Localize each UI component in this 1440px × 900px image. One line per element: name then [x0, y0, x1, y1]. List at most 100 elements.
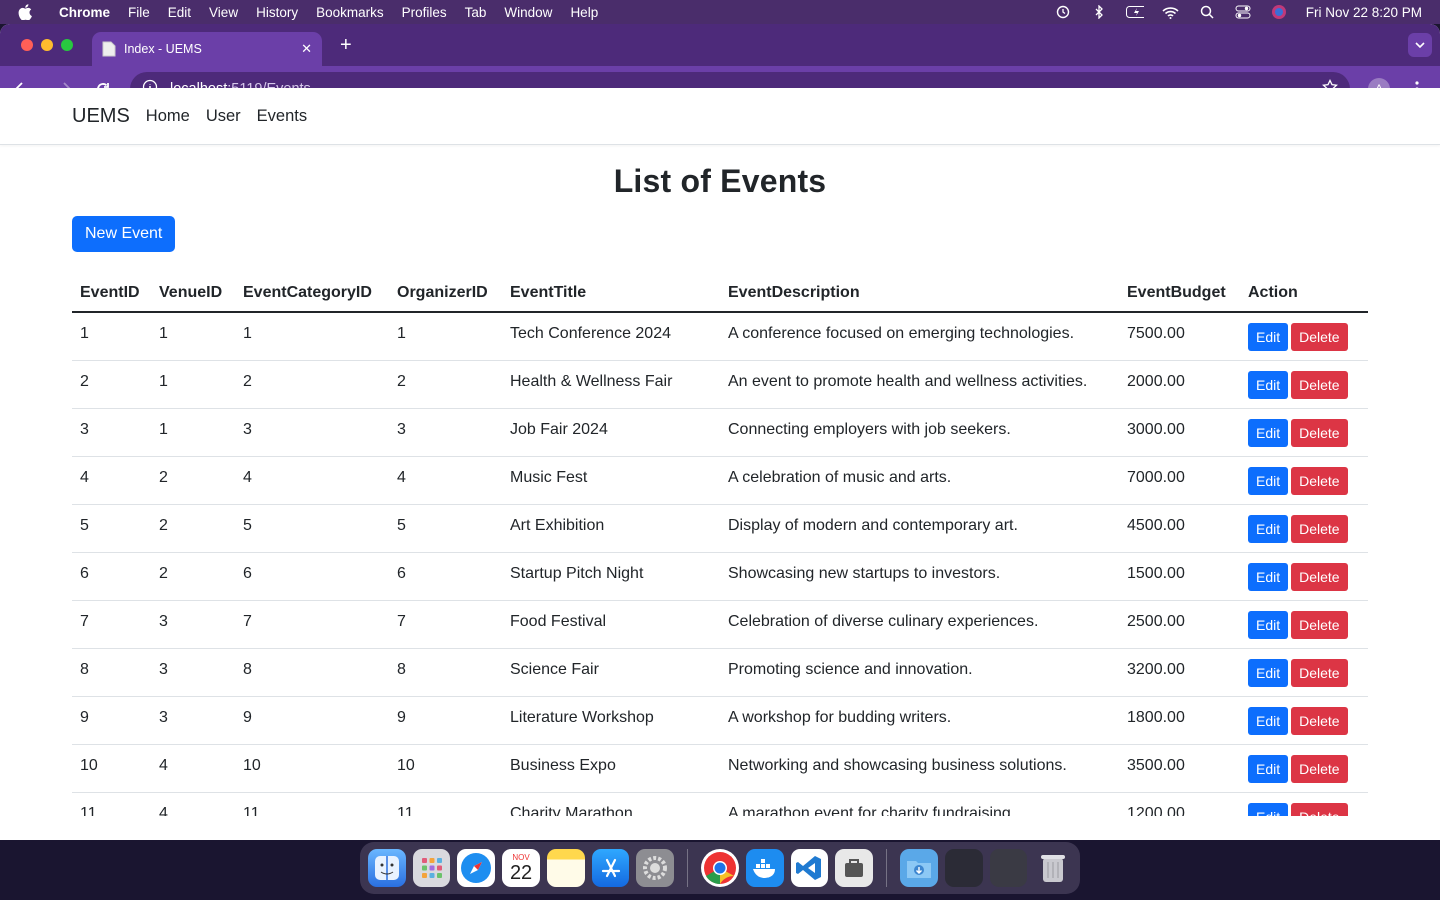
delete-button[interactable]: Delete — [1291, 610, 1348, 639]
table-cell: 4 — [389, 456, 502, 505]
battery-icon[interactable] — [1125, 5, 1144, 19]
system-settings-gear-icon[interactable] — [636, 849, 675, 887]
bluetooth-icon[interactable] — [1090, 5, 1108, 19]
utility-app-icon[interactable] — [835, 849, 874, 887]
chrome-icon[interactable] — [701, 849, 739, 887]
delete-button[interactable]: Delete — [1291, 323, 1348, 351]
siri-icon[interactable] — [1270, 5, 1288, 19]
delete-button[interactable]: Delete — [1291, 802, 1348, 816]
menu-view[interactable]: View — [200, 5, 247, 20]
menubar-clock[interactable]: Fri Nov 22 8:20 PM — [1306, 5, 1422, 20]
edit-button[interactable]: Edit — [1248, 418, 1289, 447]
table-cell: 9 — [72, 696, 151, 745]
minimize-window-button[interactable] — [41, 39, 53, 51]
tab-search-chevron-down-icon[interactable] — [1408, 33, 1432, 57]
table-cell: 10 — [72, 744, 151, 793]
menu-app-name[interactable]: Chrome — [50, 5, 119, 20]
site-brand[interactable]: UEMS — [72, 105, 130, 128]
menu-edit[interactable]: Edit — [159, 5, 200, 20]
table-cell: 4 — [72, 456, 151, 505]
table-cell: Charity Marathon — [502, 792, 720, 816]
table-cell: 3 — [389, 408, 502, 457]
edit-button[interactable]: Edit — [1248, 323, 1289, 351]
table-cell: A celebration of music and arts. — [720, 456, 1119, 505]
menu-help[interactable]: Help — [561, 5, 607, 20]
browser-tab[interactable]: Index - UEMS ✕ — [92, 32, 322, 66]
time-machine-icon[interactable] — [1054, 5, 1072, 19]
new-event-button[interactable]: New Event — [72, 216, 176, 252]
table-cell: 3 — [151, 600, 235, 649]
app-store-icon[interactable] — [591, 849, 630, 887]
menu-tab[interactable]: Tab — [456, 5, 496, 20]
edit-button[interactable]: Edit — [1248, 754, 1289, 783]
row-actions: EditDelete — [1240, 696, 1368, 745]
nav-link-home[interactable]: Home — [146, 107, 190, 126]
table-cell: 6 — [72, 552, 151, 601]
edit-button[interactable]: Edit — [1248, 370, 1289, 399]
delete-button[interactable]: Delete — [1291, 466, 1348, 495]
window-thumbnail-icon[interactable] — [944, 849, 983, 887]
table-cell: Music Fest — [502, 456, 720, 505]
table-row: 6 2 6 6 Startup Pitch Night Showcasing new st… — [72, 552, 1368, 601]
menu-profiles[interactable]: Profiles — [393, 5, 456, 20]
edit-button[interactable]: Edit — [1248, 466, 1289, 495]
tab-strip: Index - UEMS ✕ + — [0, 24, 1440, 66]
delete-button[interactable]: Delete — [1291, 418, 1348, 447]
menu-bookmarks[interactable]: Bookmarks — [307, 5, 393, 20]
downloads-folder-icon[interactable] — [900, 849, 938, 887]
new-tab-plus-icon[interactable]: + — [340, 34, 352, 57]
notes-icon[interactable] — [546, 849, 585, 887]
table-cell: 6 — [235, 552, 389, 601]
row-actions: EditDelete — [1240, 456, 1368, 505]
table-row: 7 3 7 7 Food Festival Celebration of diverse … — [72, 600, 1368, 649]
column-header: EventID — [72, 274, 151, 313]
table-cell: 5 — [72, 504, 151, 553]
safari-compass-icon[interactable] — [457, 849, 496, 887]
docker-whale-icon[interactable] — [745, 849, 784, 887]
menu-window[interactable]: Window — [495, 5, 561, 20]
close-window-button[interactable] — [21, 39, 33, 51]
table-cell: Science Fair — [502, 648, 720, 697]
table-cell: Food Festival — [502, 600, 720, 649]
edit-button[interactable]: Edit — [1248, 706, 1289, 735]
row-actions: EditDelete — [1240, 360, 1368, 409]
apple-menu-icon[interactable] — [0, 4, 50, 20]
calendar-icon[interactable]: NOV 22 — [502, 849, 540, 887]
tab-close-icon[interactable]: ✕ — [301, 41, 312, 57]
table-cell: 3 — [72, 408, 151, 457]
menu-history[interactable]: History — [247, 5, 307, 20]
trash-icon[interactable] — [1034, 849, 1072, 887]
delete-button[interactable]: Delete — [1291, 658, 1348, 687]
table-cell: A marathon event for charity fundraising… — [720, 792, 1119, 816]
delete-button[interactable]: Delete — [1291, 562, 1348, 591]
table-cell: 2 — [151, 552, 235, 601]
edit-button[interactable]: Edit — [1248, 562, 1289, 591]
vscode-icon[interactable] — [790, 849, 829, 887]
spotlight-search-icon[interactable] — [1198, 5, 1216, 19]
table-cell: 3500.00 — [1119, 744, 1240, 793]
delete-button[interactable]: Delete — [1291, 370, 1348, 399]
table-cell: Job Fair 2024 — [502, 408, 720, 457]
macos-menu-bar: Chrome File Edit View History Bookmarks … — [0, 0, 1440, 24]
delete-button[interactable]: Delete — [1291, 754, 1348, 783]
finder-icon[interactable] — [368, 849, 406, 887]
control-center-icon[interactable] — [1234, 5, 1252, 19]
row-actions: EditDelete — [1240, 600, 1368, 649]
table-cell: 11 — [235, 792, 389, 816]
menu-file[interactable]: File — [119, 5, 159, 20]
zoom-window-button[interactable] — [61, 39, 73, 51]
nav-link-events[interactable]: Events — [257, 107, 307, 126]
table-cell: 3 — [151, 648, 235, 697]
column-header: EventBudget — [1119, 274, 1240, 313]
window-thumbnail-icon[interactable] — [989, 849, 1028, 887]
delete-button[interactable]: Delete — [1291, 514, 1348, 543]
nav-link-user[interactable]: User — [206, 107, 241, 126]
wifi-icon[interactable] — [1162, 5, 1180, 19]
edit-button[interactable]: Edit — [1248, 658, 1289, 687]
edit-button[interactable]: Edit — [1248, 610, 1289, 639]
edit-button[interactable]: Edit — [1248, 514, 1289, 543]
delete-button[interactable]: Delete — [1291, 706, 1348, 735]
edit-button[interactable]: Edit — [1248, 802, 1289, 816]
table-cell: 9 — [235, 696, 389, 745]
launchpad-icon[interactable] — [412, 849, 451, 887]
